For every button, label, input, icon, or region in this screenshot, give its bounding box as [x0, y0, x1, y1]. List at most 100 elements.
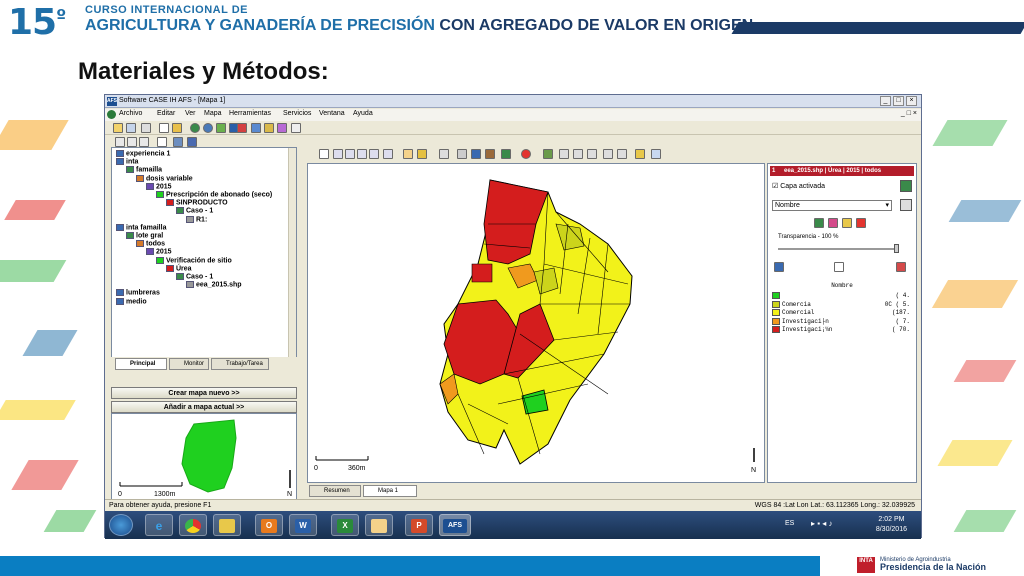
card-icon[interactable]	[173, 137, 183, 147]
tab-resumen[interactable]: Resumen	[309, 485, 361, 497]
close-button[interactable]: ×	[906, 96, 917, 106]
menu-servicios[interactable]: Servicios	[283, 110, 311, 117]
taskbar-word[interactable]: W	[289, 514, 317, 536]
start-button[interactable]	[109, 514, 133, 536]
tree-node[interactable]: 2015	[146, 248, 172, 256]
tree-node[interactable]: lote gral	[126, 232, 163, 239]
zoom-area-icon[interactable]	[357, 149, 367, 159]
chart-icon[interactable]	[172, 123, 182, 133]
taskbar-powerpoint[interactable]: P	[405, 514, 433, 536]
tab-trabajo[interactable]: Trabajo/Tarea	[211, 358, 269, 370]
zoom-fit-icon[interactable]	[369, 149, 379, 159]
tray-icons[interactable]: ▸ ▪ ◂ ♪	[811, 519, 833, 528]
tree-icon[interactable]	[157, 137, 167, 147]
open-folder-icon[interactable]	[113, 123, 123, 133]
tree-node[interactable]: dosis variable	[136, 174, 193, 182]
data-icon[interactable]	[251, 123, 261, 133]
menu-editar[interactable]: Editar	[157, 110, 175, 117]
new-doc-icon[interactable]	[159, 123, 169, 133]
point-icon[interactable]	[543, 149, 553, 159]
tree-node[interactable]: SINPRODUCTO	[166, 199, 228, 207]
zoom-in-icon[interactable]	[333, 149, 343, 159]
layer-attribute-select[interactable]: Nombre ▾	[772, 200, 892, 211]
info-icon[interactable]	[587, 149, 597, 159]
create-new-map-button[interactable]: Crear mapa nuevo >>	[111, 387, 297, 399]
tree-node[interactable]: R1:	[186, 215, 207, 223]
measure-icon[interactable]	[417, 149, 427, 159]
map-icon[interactable]	[471, 149, 481, 159]
tree-node[interactable]: Úrea	[166, 264, 192, 272]
taskbar-language[interactable]: ES	[785, 520, 794, 527]
menu-ventana[interactable]: Ventana	[319, 110, 345, 117]
tree-node[interactable]: lumbreras	[116, 289, 160, 297]
taskbar-outlook[interactable]: O	[255, 514, 283, 536]
up-arrow-icon[interactable]	[115, 137, 125, 147]
tree-node[interactable]: todos	[136, 240, 165, 248]
layer-edit-icon[interactable]	[900, 199, 912, 211]
layer-table-icon[interactable]	[896, 262, 906, 272]
menu-ayuda[interactable]: Ayuda	[353, 110, 373, 117]
layer-globe-icon[interactable]	[900, 180, 912, 192]
taskbar-clock[interactable]: 2:02 PM 8/30/2016	[876, 515, 907, 535]
zoom-out-icon[interactable]	[345, 149, 355, 159]
menu-herramientas[interactable]: Herramientas	[229, 110, 271, 117]
maximize-button[interactable]: □	[893, 96, 904, 106]
world-icon[interactable]	[203, 123, 213, 133]
tree-node[interactable]: 2015	[146, 182, 172, 190]
layer-image-icon[interactable]	[774, 262, 784, 272]
label-icon[interactable]	[439, 149, 449, 159]
style-icon-3[interactable]	[842, 218, 852, 228]
transparency-slider[interactable]	[778, 248, 898, 250]
style-icon-1[interactable]	[814, 218, 824, 228]
back-arrow-icon[interactable]	[127, 137, 137, 147]
tab-principal[interactable]: Principal	[115, 358, 167, 370]
tree-node[interactable]: experiencia 1	[116, 150, 170, 157]
minimize-button[interactable]: _	[880, 96, 891, 106]
tree-node[interactable]: inta	[116, 158, 138, 166]
help-icon[interactable]	[291, 123, 301, 133]
window-icon[interactable]	[651, 149, 661, 159]
style-icon-4[interactable]	[856, 218, 866, 228]
style-icon-2[interactable]	[828, 218, 838, 228]
export-icon[interactable]	[264, 123, 274, 133]
gps-icon[interactable]	[501, 149, 511, 159]
layer-active-checkbox[interactable]: ☑ Capa activada	[772, 182, 825, 190]
tree-scrollbar[interactable]	[288, 148, 296, 368]
taskbar-paint[interactable]	[365, 514, 393, 536]
pan-hand-icon[interactable]	[403, 149, 413, 159]
tree-node[interactable]: Prescripción de abonado (seco)	[156, 191, 272, 198]
tree-node[interactable]: Verificación de sitio	[156, 256, 232, 264]
tree-node[interactable]: famailla	[126, 166, 162, 174]
shapes-icon[interactable]	[485, 149, 495, 159]
tree-node[interactable]: Caso - 1	[176, 273, 213, 280]
tools-icon[interactable]	[277, 123, 287, 133]
tree-node[interactable]: inta famailla	[116, 223, 166, 231]
tab-monitor[interactable]: Monitor	[169, 358, 209, 370]
tab-mapa1[interactable]: Mapa 1	[363, 485, 417, 497]
menu-ver[interactable]: Ver	[185, 110, 196, 117]
menu-mapa[interactable]: Mapa	[204, 110, 222, 117]
print-icon[interactable]	[141, 123, 151, 133]
taskbar-afs[interactable]: AFS	[439, 514, 471, 536]
mdi-controls[interactable]: _ □ ×	[901, 110, 917, 117]
menu-archivo[interactable]: Archivo	[119, 110, 142, 117]
taskbar-ie[interactable]: e	[145, 514, 173, 536]
folder-icon[interactable]	[635, 149, 645, 159]
record-icon[interactable]	[521, 149, 531, 159]
transparency-thumb[interactable]	[894, 244, 899, 253]
taskbar-explorer[interactable]	[213, 514, 241, 536]
tree-node[interactable]: medio	[116, 297, 147, 305]
grid-icon[interactable]	[457, 149, 467, 159]
tractor-icon[interactable]	[187, 137, 197, 147]
tree-node[interactable]: eea_2015.shp	[186, 281, 242, 289]
window-titlebar[interactable]: AFS Software CASE IH AFS - [Mapa 1] _ □ …	[105, 95, 921, 108]
select-arrow-icon[interactable]	[319, 149, 329, 159]
lock-icon[interactable]	[603, 149, 613, 159]
sort-icon[interactable]	[617, 149, 627, 159]
layer-list-icon[interactable]	[834, 262, 844, 272]
globe-icon[interactable]	[190, 123, 200, 133]
flag-icon[interactable]	[559, 149, 569, 159]
taskbar-chrome[interactable]	[179, 514, 207, 536]
add-to-map-button[interactable]: Añadir a mapa actual >>	[111, 401, 297, 413]
question-icon[interactable]	[573, 149, 583, 159]
